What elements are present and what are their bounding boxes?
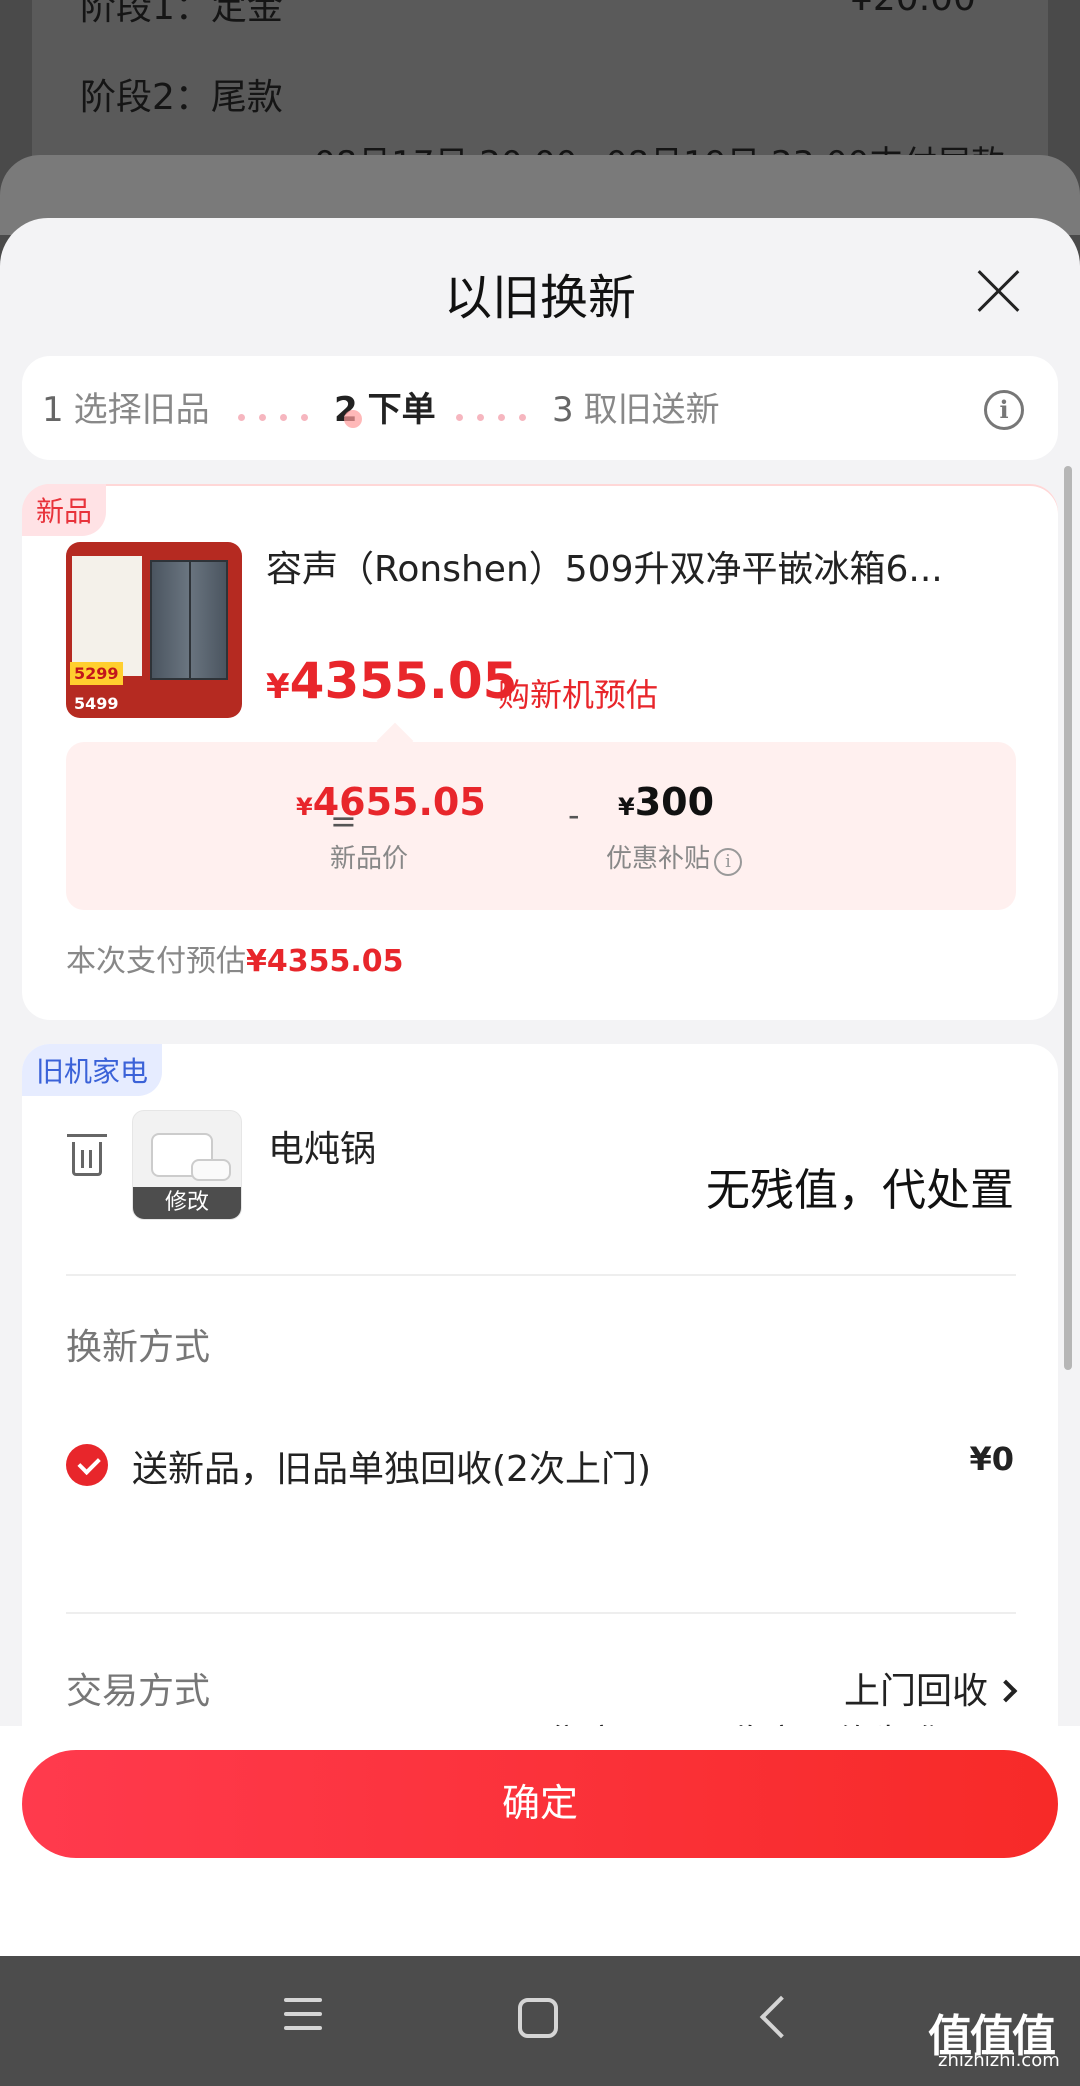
old-appliance-tag: 旧机家电: [22, 1044, 163, 1096]
new-product-tag: 新品: [22, 484, 107, 536]
watermark-url: zhizhizhi.com: [938, 2050, 1060, 2071]
step-number: 1: [42, 390, 64, 430]
new-price-value: 4655.05: [312, 780, 486, 824]
step-order: 2 下单: [334, 382, 436, 431]
pot-icon: [191, 1159, 231, 1181]
step-pickup-delivery: 3 取旧送新: [552, 382, 720, 431]
currency-symbol: ¥: [296, 793, 313, 821]
trade-method-select[interactable]: 上门回收: [843, 1662, 1018, 1714]
recent-apps-icon[interactable]: [284, 1998, 322, 2036]
subsidy-caption[interactable]: 优惠补贴 i: [606, 838, 743, 876]
info-icon[interactable]: i: [984, 390, 1024, 430]
step-label: 下单: [367, 390, 436, 430]
step-select-old: 1 选择旧品: [42, 382, 210, 431]
price-breakdown: = ¥4655.05 新品价 - ¥300 优惠补贴 i: [66, 742, 1016, 910]
product-title[interactable]: 容声（Ronshen）509升双净平嵌冰箱6...: [266, 540, 1026, 592]
estimate-price: ¥4355.05: [266, 652, 517, 710]
subsidy-caption-label: 优惠补贴: [606, 844, 711, 874]
step-progress: 1 选择旧品 2 下单 3 取旧送新 i: [22, 356, 1058, 460]
estimate-note: 购新机预估: [498, 676, 659, 714]
currency-symbol: ¥: [618, 793, 635, 821]
old-appliance-name: 电炖锅: [268, 1129, 377, 1170]
check-icon[interactable]: [66, 1444, 108, 1486]
subsidy: ¥300: [618, 780, 714, 824]
divider: [66, 1612, 1016, 1614]
new-product-card: 新品 5299 5499 容声（Ronshen）509升双净平嵌冰箱6... ¥…: [22, 484, 1058, 1020]
close-icon[interactable]: [976, 268, 1022, 314]
edit-button[interactable]: 修改: [133, 1187, 241, 1219]
exchange-method-label: 换新方式: [66, 1327, 211, 1368]
info-icon[interactable]: i: [714, 848, 743, 876]
currency-symbol: ¥: [266, 667, 290, 707]
pay-estimate-value: ¥4355.05: [246, 944, 404, 979]
step-dots: [456, 406, 540, 421]
trade-method-value: 上门回收: [843, 1671, 988, 1712]
residual-value: 无残值，代处置: [706, 1165, 1014, 1216]
scrollbar[interactable]: [1064, 466, 1072, 1370]
sheet-title: 以旧换新: [443, 270, 636, 326]
trade-method-label: 交易方式: [66, 1671, 211, 1712]
fridge-icon: [150, 560, 228, 680]
new-price-caption: 新品价: [330, 844, 409, 874]
confirm-button[interactable]: 确定: [22, 1750, 1058, 1858]
product-image-panel: [72, 556, 142, 676]
new-price: ¥4655.05: [296, 780, 486, 824]
stage1-value: ¥20.00: [850, 0, 976, 19]
step-dots: [238, 406, 322, 421]
step-label: 取旧送新: [583, 390, 720, 430]
pay-estimate-label: 本次支付预估: [66, 944, 246, 979]
exchange-option-price: ¥0: [969, 1440, 1014, 1478]
step-number: 2: [334, 390, 358, 430]
chevron-right-icon: [994, 1679, 1018, 1703]
exchange-option[interactable]: 送新品，旧品单独回收(2次上门): [132, 1440, 651, 1492]
old-appliance-image[interactable]: 修改: [132, 1110, 242, 1220]
image-price-tag: 5299: [70, 662, 123, 685]
estimate-price-value: 4355.05: [289, 652, 518, 710]
stage2-label: 阶段2：尾款: [80, 77, 283, 118]
back-icon[interactable]: [759, 1995, 803, 2039]
minus-sign: -: [568, 796, 580, 834]
system-nav-bar: [0, 1956, 1080, 2086]
sheet-footer: 确定: [0, 1726, 1080, 1956]
subsidy-value: 300: [634, 780, 715, 824]
trade-in-sheet: 以旧换新 1 选择旧品 2 下单 3 取旧送新 i 新品 5299 5499 容声（R…: [0, 218, 1080, 1956]
image-price-tag: 5499: [74, 694, 119, 713]
stage1-label: 阶段1：定金: [80, 0, 283, 28]
step-number: 3: [552, 390, 574, 430]
product-image[interactable]: 5299 5499: [66, 542, 242, 718]
divider: [66, 1274, 1016, 1276]
home-icon[interactable]: [518, 1998, 558, 2038]
trash-icon[interactable]: [67, 1134, 107, 1176]
step-label: 选择旧品: [73, 390, 210, 430]
pay-estimate: 本次支付预估¥4355.05: [66, 936, 404, 980]
